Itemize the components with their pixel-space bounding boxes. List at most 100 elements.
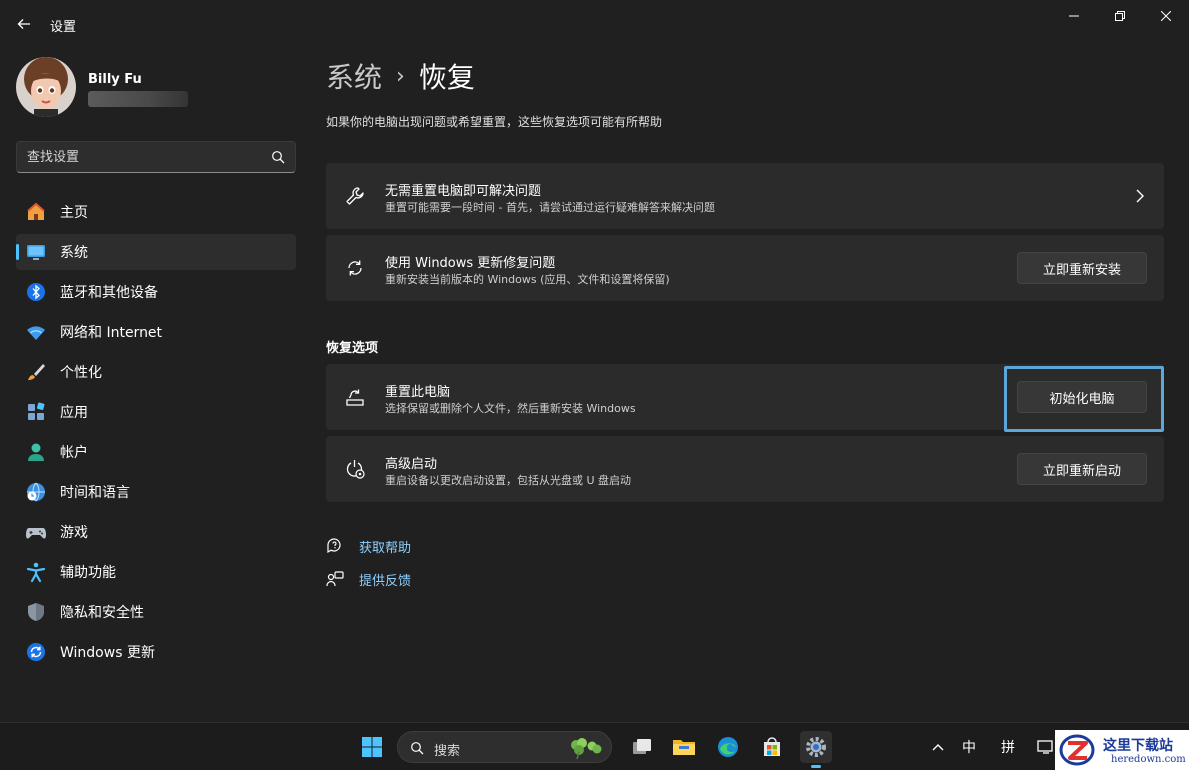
sidebar-item-label: 应用 (60, 405, 88, 421)
settings-search[interactable] (16, 141, 296, 173)
user-email-redacted (88, 91, 188, 107)
sidebar-item-home[interactable]: 主页 (16, 194, 296, 230)
sidebar-item-personalization[interactable]: 个性化 (16, 354, 296, 390)
restore-icon (1115, 11, 1125, 21)
settings-app-button[interactable] (800, 731, 832, 768)
troubleshoot-card[interactable]: 无需重置电脑即可解决问题 重置可能需要一段时间 - 首先，请尝试通过运行疑难解答… (326, 163, 1164, 229)
reinstall-now-button[interactable]: 立即重新安装 (1017, 252, 1147, 284)
get-help-label[interactable]: 获取帮助 (359, 537, 411, 556)
close-button[interactable] (1143, 0, 1189, 32)
help-chat-icon (326, 537, 344, 555)
accessibility-icon (25, 561, 47, 583)
restore-button[interactable] (1097, 0, 1143, 32)
sidebar-item-apps[interactable]: 应用 (16, 394, 296, 430)
reset-pc-card: 重置此电脑 选择保留或删除个人文件，然后重新安装 Windows 初始化电脑 (326, 364, 1164, 432)
ime-language-indicator[interactable]: 中 (962, 737, 976, 757)
sidebar-item-privacy[interactable]: 隐私和安全性 (16, 594, 296, 630)
sidebar-item-bluetooth[interactable]: 蓝牙和其他设备 (16, 274, 296, 310)
gamepad-icon (25, 521, 47, 543)
show-hidden-icons-button[interactable] (924, 731, 952, 763)
ime-mode-indicator[interactable]: 拼 (1001, 737, 1015, 757)
user-name: Billy Fu (88, 72, 142, 87)
search-icon (411, 742, 424, 755)
get-help-link[interactable]: 获取帮助 (326, 536, 411, 556)
sidebar-item-network[interactable]: 网络和 Internet (16, 314, 296, 350)
recovery-options-heading: 恢复选项 (326, 341, 379, 356)
start-button[interactable] (356, 731, 388, 763)
restart-now-button[interactable]: 立即重新启动 (1017, 453, 1147, 485)
sidebar-item-label: 时间和语言 (60, 485, 130, 501)
folder-icon (673, 740, 695, 755)
chevron-right-icon (1136, 189, 1144, 203)
sidebar-item-time-language[interactable]: 时间和语言 (16, 474, 296, 510)
sidebar-item-label: 游戏 (60, 525, 88, 541)
store-button[interactable] (756, 731, 788, 763)
sidebar-item-label: 系统 (60, 245, 88, 261)
search-icon[interactable] (271, 150, 285, 164)
back-arrow-icon (17, 19, 30, 29)
task-view-icon (633, 739, 651, 754)
reset-pc-button[interactable]: 初始化电脑 (1017, 381, 1147, 413)
minimize-button[interactable] (1051, 0, 1097, 32)
page-description: 如果你的电脑出现问题或希望重置，这些恢复选项可能有所帮助 (326, 115, 663, 129)
card-subtitle: 重置可能需要一段时间 - 首先，请尝试通过运行疑难解答来解决问题 (385, 201, 715, 214)
account-icon (25, 441, 47, 463)
minimize-icon (1069, 15, 1079, 17)
advanced-startup-card: 高级启动 重启设备以更改启动设置，包括从光盘或 U 盘启动 立即重新启动 (326, 436, 1164, 502)
close-icon (1161, 11, 1171, 21)
sidebar-item-windows-update[interactable]: Windows 更新 (16, 634, 296, 670)
avatar[interactable] (16, 57, 76, 117)
feedback-label[interactable]: 提供反馈 (359, 570, 411, 589)
gear-icon (806, 737, 826, 757)
sidebar-item-label: 个性化 (60, 365, 102, 381)
file-explorer-button[interactable] (668, 731, 700, 763)
breadcrumb-parent[interactable]: 系统 (326, 56, 382, 96)
monitor-network-icon (1037, 740, 1053, 754)
wrench-icon (344, 185, 366, 207)
clover-decoration-icon (571, 738, 602, 760)
watermark-url: heredown.com (1111, 754, 1186, 765)
card-subtitle: 重启设备以更改启动设置，包括从光盘或 U 盘启动 (385, 474, 632, 487)
sidebar-item-label: 辅助功能 (60, 565, 116, 581)
task-view-button[interactable] (626, 731, 658, 763)
windows-update-repair-card: 使用 Windows 更新修复问题 重新安装当前版本的 Windows (应用、… (326, 235, 1164, 301)
sidebar-item-gaming[interactable]: 游戏 (16, 514, 296, 550)
back-button[interactable] (10, 10, 38, 38)
watermark: 这里下载站 heredown.com (1055, 730, 1189, 770)
sidebar-item-accessibility[interactable]: 辅助功能 (16, 554, 296, 590)
windows-update-icon (25, 641, 47, 663)
taskbar-search[interactable]: 搜索 (397, 731, 612, 763)
sidebar-item-system[interactable]: 系统 (16, 234, 296, 270)
windows-logo-icon (362, 737, 382, 757)
store-bag-icon (764, 737, 780, 756)
sidebar-item-label: 主页 (60, 205, 88, 221)
wifi-icon (25, 321, 47, 343)
chevron-up-icon (932, 744, 944, 751)
sidebar-item-label: 帐户 (60, 445, 88, 461)
card-subtitle: 重新安装当前版本的 Windows (应用、文件和设置将保留) (385, 273, 670, 286)
card-title: 无需重置电脑即可解决问题 (385, 184, 542, 199)
sidebar-item-label: Windows 更新 (60, 645, 155, 661)
feedback-icon (326, 570, 344, 588)
feedback-link[interactable]: 提供反馈 (326, 569, 411, 589)
globe-clock-icon (25, 481, 47, 503)
avatar-image-icon (16, 57, 76, 117)
user-profile[interactable]: Billy Fu (16, 57, 296, 119)
card-title: 重置此电脑 (385, 385, 451, 400)
edge-browser-button[interactable] (712, 731, 744, 763)
watermark-title: 这里下载站 (1103, 738, 1173, 754)
search-input[interactable] (17, 142, 257, 172)
breadcrumb: 系统 › 恢复 (326, 56, 475, 96)
shield-icon (25, 601, 47, 623)
app-title: 设置 (50, 20, 77, 35)
card-title: 使用 Windows 更新修复问题 (385, 256, 556, 271)
home-icon (25, 201, 47, 223)
page-title: 恢复 (418, 61, 475, 94)
bluetooth-icon (25, 281, 47, 303)
breadcrumb-separator: › (396, 63, 405, 89)
sidebar-item-accounts[interactable]: 帐户 (16, 434, 296, 470)
edge-icon (718, 737, 738, 757)
taskbar-search-label: 搜索 (434, 744, 461, 759)
paintbrush-icon (25, 361, 47, 383)
sync-icon (344, 257, 366, 279)
